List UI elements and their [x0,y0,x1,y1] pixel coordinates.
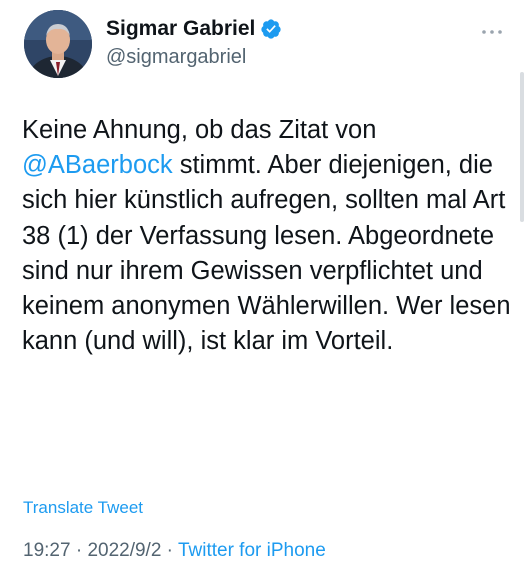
avatar[interactable] [24,10,92,78]
verified-badge-icon [260,18,282,40]
tweet-meta: 19:27 · 2022/9/2 · Twitter for iPhone [23,540,326,562]
tweet-date[interactable]: 2022/9/2 [87,540,161,561]
tweet-text-rest: stimmt. Aber diejenigen, die sich hier k… [22,151,511,356]
profile-photo-icon [24,10,92,78]
author-display-name[interactable]: Sigmar Gabriel [106,17,255,41]
meta-separator: · [161,540,178,561]
tweet-text-start: Keine Ahnung, ob das Zitat von [22,116,377,144]
tweet-time[interactable]: 19:27 [23,540,71,561]
meta-separator: · [70,540,88,561]
author-info: Sigmar Gabriel @sigmargabriel [106,14,282,69]
tweet-text: Keine Ahnung, ob das Zitat von @ABaerboc… [22,113,512,359]
tweet-card: Sigmar Gabriel @sigmargabriel Keine Ahnu… [0,0,526,569]
author-handle[interactable]: @sigmargabriel [106,46,282,69]
scrollbar[interactable] [520,72,524,222]
author-name-row: Sigmar Gabriel [106,14,282,44]
mention-link[interactable]: @ABaerbock [22,151,173,179]
tweet-source-link[interactable]: Twitter for iPhone [178,540,326,561]
translate-tweet-link[interactable]: Translate Tweet [23,498,143,518]
more-dots-icon[interactable] [480,24,504,34]
